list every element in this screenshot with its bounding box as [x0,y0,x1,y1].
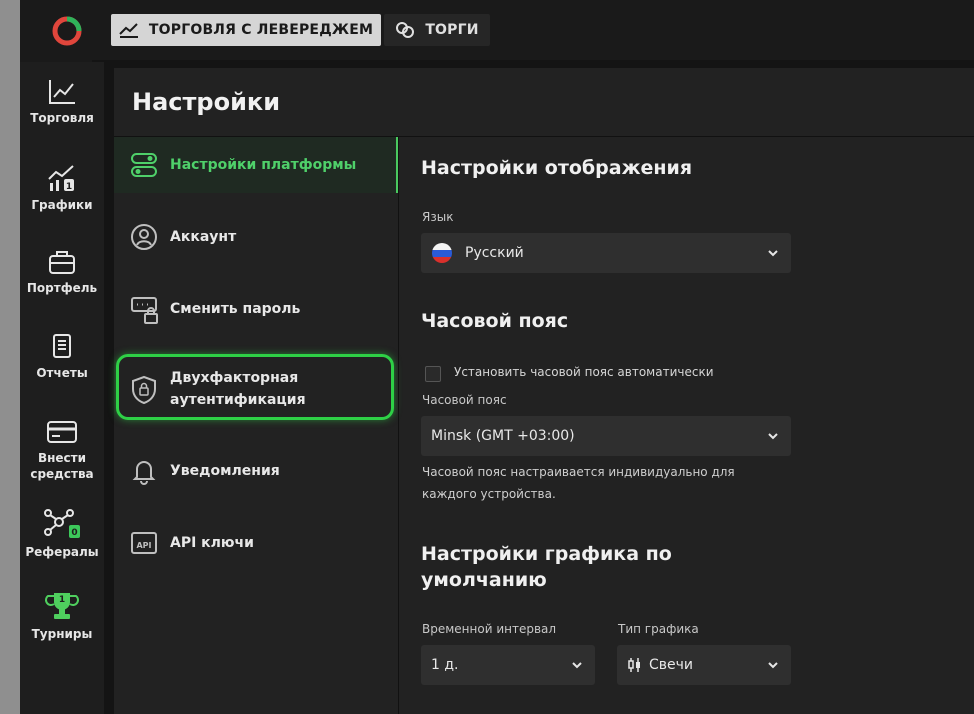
timezone-heading: Часовой пояс [421,310,569,332]
divider [104,62,114,714]
tab-trades[interactable]: ТОРГИ [384,14,490,46]
timezone-select[interactable]: Minsk (GMT +03:00) [421,416,791,456]
password-icon [131,297,158,324]
settings-menu: Настройки платформы Аккаунт Сменить паро… [114,137,398,714]
trophy-icon: 1 [45,593,79,619]
menu-item-api-keys[interactable]: API API ключи [114,515,398,571]
divider [398,137,399,714]
menu-label: Уведомления [170,463,280,479]
interval-select[interactable]: 1 д. [421,645,595,685]
nav-item-portfolio[interactable]: Портфель [20,248,104,296]
referrals-badge: 0 [71,528,77,538]
chart-type-select[interactable]: Свечи [617,645,791,685]
auto-timezone-checkbox[interactable] [425,366,441,382]
nav-label: Турниры [31,627,93,641]
window-edge [0,0,20,714]
menu-label: Настройки платформы [170,157,357,173]
language-label: Язык [422,210,454,224]
nav-item-tournaments[interactable]: 1 Турниры [20,590,104,642]
card-icon [47,421,77,443]
language-value: Русский [465,245,524,261]
divider [92,60,974,68]
bell-icon [132,461,156,485]
timezone-value: Minsk (GMT +03:00) [431,428,575,444]
tab-trades-label: ТОРГИ [425,22,479,38]
nav-label: Графики [31,198,93,212]
app-logo-icon[interactable] [50,14,84,48]
interval-label: Временной интервал [422,622,557,636]
chart-defaults-heading-line1: Настройки графика по [421,543,672,565]
top-bar: ТОРГОВЛЯ С ЛЕВЕРЕДЖЕМ ТОРГИ [20,0,974,62]
chevron-down-icon [768,662,778,669]
russia-flag-icon [432,243,452,263]
nav-item-charts[interactable]: 1 Графики [20,163,104,213]
svg-text:1: 1 [66,182,72,192]
menu-label: Сменить пароль [170,301,301,317]
menu-label: Аккаунт [170,229,237,245]
display-settings-heading: Настройки отображения [421,157,693,179]
coins-icon [396,22,415,38]
highlight-outline [116,354,394,420]
nav-label: Внести средства [30,451,94,481]
auto-timezone-label: Установить часовой пояс автоматически [454,365,714,379]
nav-label: Отчеты [36,366,88,380]
graphs-icon: 1 [48,165,74,192]
main-nav: Торговля 1 Графики Портфель Отчеты Внест… [20,62,104,714]
menu-item-platform-settings[interactable]: Настройки платформы [114,137,398,193]
chevron-down-icon [572,662,582,669]
language-select[interactable]: Русский [421,233,791,273]
nav-item-referrals[interactable]: 0 Рефералы [20,508,104,560]
user-icon [131,224,157,250]
chart-type-value: Свечи [649,657,694,673]
nav-item-deposit[interactable]: Внести средства [20,418,104,482]
menu-item-change-password[interactable]: Сменить пароль [114,281,398,337]
tournaments-badge: 1 [59,595,65,605]
tab-leverage-trading[interactable]: ТОРГОВЛЯ С ЛЕВЕРЕДЖЕМ [111,14,381,46]
timezone-label: Часовой пояс [422,393,507,407]
menu-label: API ключи [170,535,254,551]
interval-value: 1 д. [431,657,459,673]
nav-label: Портфель [26,281,98,295]
chart-defaults-heading-line2: умолчанию [421,569,547,591]
api-icon: API [131,532,157,554]
candlestick-icon [628,658,640,672]
toggles-icon [131,153,157,177]
svg-text:API: API [136,541,151,550]
timezone-note-line2: каждого устройства. [422,487,556,501]
document-icon [53,334,71,358]
chart-trend-icon [119,23,138,38]
menu-item-account[interactable]: Аккаунт [114,209,398,265]
tab-leverage-label: ТОРГОВЛЯ С ЛЕВЕРЕДЖЕМ [148,22,374,38]
timezone-note-line1: Часовой пояс настраивается индивидуально… [422,465,735,479]
nav-item-reports[interactable]: Отчеты [20,333,104,381]
chevron-down-icon [768,250,778,257]
briefcase-icon [49,251,75,274]
menu-item-notifications[interactable]: Уведомления [114,443,398,499]
nav-item-trading[interactable]: Торговля [20,78,104,126]
page-title: Настройки [132,88,281,116]
nav-label: Торговля [30,111,94,125]
chevron-down-icon [768,433,778,440]
chart-line-icon [49,80,75,104]
nav-label: Рефералы [25,545,99,559]
chart-type-label: Тип графика [618,622,699,636]
network-icon: 0 [44,509,80,538]
